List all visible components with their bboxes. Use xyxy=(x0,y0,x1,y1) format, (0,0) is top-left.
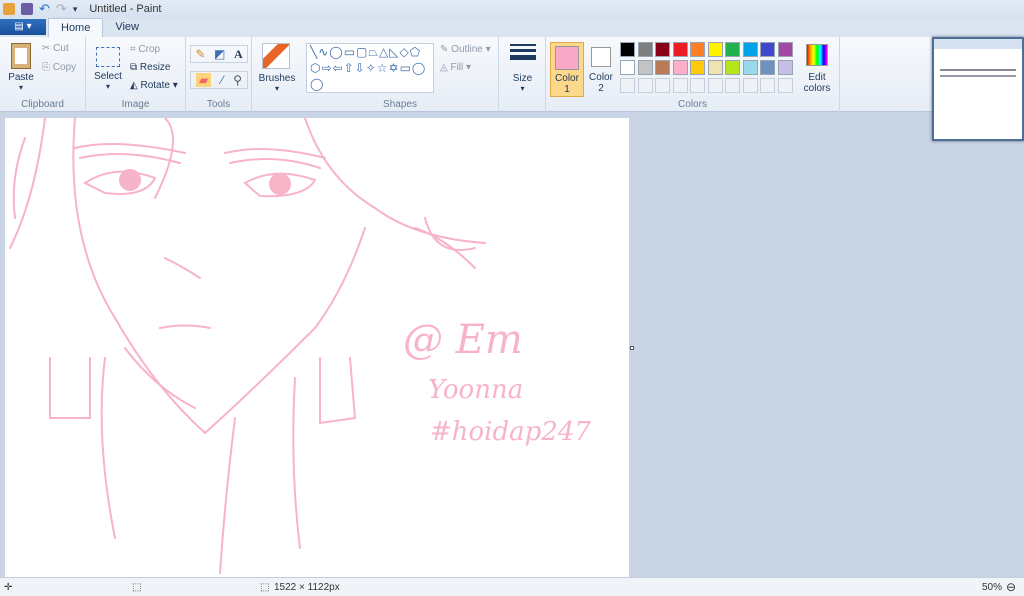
color1-button[interactable]: Color 1 xyxy=(550,42,584,97)
undo-icon[interactable]: ↶ xyxy=(39,1,50,17)
signature-text: @ Em xyxy=(403,317,523,363)
palette-color-swatch[interactable] xyxy=(725,42,740,57)
palette-color-swatch[interactable] xyxy=(672,60,688,75)
redo-icon[interactable]: ↷ xyxy=(56,1,67,17)
brushes-button[interactable]: Brushes ▾ xyxy=(252,37,302,112)
size-button[interactable]: Size ▾ xyxy=(499,37,546,112)
window-title: Untitled - Paint xyxy=(89,3,162,15)
color1-swatch xyxy=(555,46,579,70)
custom-color-slot[interactable] xyxy=(655,78,670,93)
custom-color-slot[interactable] xyxy=(707,78,723,93)
custom-color-slot[interactable] xyxy=(777,78,793,93)
ribbon: Paste ▾ ✂ Cut ⎘ Copy Clipboard Select ▾ … xyxy=(0,37,1024,112)
zoom-level: 50% xyxy=(982,582,1003,593)
palette-color-swatch[interactable] xyxy=(725,60,740,75)
selection-icon xyxy=(96,47,120,67)
paste-button[interactable]: Paste ▾ xyxy=(6,41,36,95)
palette-color-swatch[interactable] xyxy=(620,60,635,75)
ribbon-tabs: ▤ ▾ Home View xyxy=(0,18,1024,37)
fill-button[interactable]: ◬ Fill ▾ xyxy=(440,62,471,73)
select-button[interactable]: Select ▾ xyxy=(93,45,123,95)
clipboard-icon xyxy=(11,43,31,69)
copy-button[interactable]: ⎘ Copy xyxy=(42,62,76,73)
eraser-icon[interactable]: ▰ xyxy=(195,73,212,87)
palette-color-swatch[interactable] xyxy=(760,42,775,57)
hashtag-text: #hoidap247 xyxy=(430,417,591,447)
chevron-down-icon: ▾ xyxy=(105,82,110,91)
handwritten-text: @ Em Yoonna #hoidap247 xyxy=(403,317,591,447)
line-size-icon xyxy=(510,44,536,60)
chevron-down-icon: ▾ xyxy=(18,83,23,92)
paint-app-icon xyxy=(3,3,15,15)
palette-color-swatch[interactable] xyxy=(655,60,670,75)
palette-color-swatch[interactable] xyxy=(707,42,723,57)
custom-color-slot[interactable] xyxy=(620,78,635,93)
selection-size-icon: ⬚ xyxy=(132,582,142,593)
palette-color-swatch[interactable] xyxy=(777,42,793,57)
magnifier-icon[interactable]: ⚲ xyxy=(233,73,242,87)
tab-view[interactable]: View xyxy=(103,18,151,37)
clipboard-group: Paste ▾ ✂ Cut ⎘ Copy Clipboard xyxy=(0,37,86,112)
palette-color-swatch[interactable] xyxy=(760,60,775,75)
brush-icon xyxy=(262,43,290,69)
custom-color-slot[interactable] xyxy=(690,78,705,93)
resize-button[interactable]: ⧉ Resize xyxy=(130,62,171,73)
tools-group: ✎ ◩ A ▰ ⁄ ⚲ Tools xyxy=(186,37,252,112)
shapes-group: ╲∿◯▭▢⏢△◺◇⬠⬡⇨⇦⇧⇩✧☆✡▭◯◯ ✎ Outline ▾ ◬ Fill… xyxy=(302,37,499,112)
title-bar: ↶ ↷ ▾ Untitled - Paint xyxy=(0,0,1024,18)
custom-color-slot[interactable] xyxy=(760,78,775,93)
cut-button[interactable]: ✂ Cut xyxy=(42,43,69,54)
fill-bucket-icon[interactable]: ◩ xyxy=(214,47,225,61)
pencil-icon[interactable]: ✎ xyxy=(195,47,205,61)
crop-button[interactable]: ⌗ Crop xyxy=(130,44,160,55)
rotate-button[interactable]: ◭ Rotate ▾ xyxy=(130,80,178,91)
custom-color-slot[interactable] xyxy=(637,78,653,93)
palette-color-swatch[interactable] xyxy=(707,60,723,75)
customize-quick-access-icon[interactable]: ▾ xyxy=(73,4,78,15)
image-group: Select ▾ ⌗ Crop ⧉ Resize ◭ Rotate ▾ Imag… xyxy=(86,37,186,112)
edit-colors-button[interactable]: Edit colors xyxy=(798,42,836,97)
window-thumbnail[interactable] xyxy=(932,37,1024,141)
palette-color-swatch[interactable] xyxy=(742,42,758,57)
text-tool-icon[interactable]: A xyxy=(234,47,243,62)
cursor-position-icon: ✛ xyxy=(4,582,13,593)
palette-color-swatch[interactable] xyxy=(637,42,653,57)
palette-color-swatch[interactable] xyxy=(672,42,688,57)
color-picker-icon[interactable]: ⁄ xyxy=(221,73,223,87)
custom-color-slot[interactable] xyxy=(725,78,740,93)
custom-color-slot[interactable] xyxy=(672,78,688,93)
outline-button[interactable]: ✎ Outline ▾ xyxy=(440,44,491,55)
rainbow-icon xyxy=(806,44,828,66)
palette-color-swatch[interactable] xyxy=(620,42,635,57)
color2-button[interactable]: Color 2 xyxy=(586,42,616,97)
tab-home[interactable]: Home xyxy=(48,18,104,37)
chevron-down-icon: ▾ xyxy=(274,84,279,93)
chevron-down-icon: ▾ xyxy=(520,84,525,93)
file-menu-button[interactable]: ▤ ▾ xyxy=(0,19,46,35)
palette-color-swatch[interactable] xyxy=(637,60,653,75)
status-bar: ✛ ⬚ ⬚ 1522 × 1122px 50% ⊖ xyxy=(0,577,1024,596)
palette-color-swatch[interactable] xyxy=(690,60,705,75)
palette-color-swatch[interactable] xyxy=(742,60,758,75)
custom-color-slot[interactable] xyxy=(742,78,758,93)
zoom-out-button[interactable]: ⊖ xyxy=(1006,580,1016,594)
canvas-resize-handle[interactable] xyxy=(630,346,634,350)
palette-color-swatch[interactable] xyxy=(690,42,705,57)
palette-color-swatch[interactable] xyxy=(655,42,670,57)
name-text: Yoonna xyxy=(428,375,523,405)
color2-swatch xyxy=(591,47,611,67)
colors-group: Color 1 Color 2 Edit colors Colors xyxy=(546,37,840,112)
drawing-canvas[interactable]: @ Em Yoonna #hoidap247 xyxy=(5,117,629,577)
save-icon[interactable] xyxy=(21,3,33,15)
canvas-size-icon: ⬚ xyxy=(260,582,270,593)
palette-color-swatch[interactable] xyxy=(777,60,793,75)
shapes-gallery[interactable]: ╲∿◯▭▢⏢△◺◇⬠⬡⇨⇦⇧⇩✧☆✡▭◯◯ xyxy=(306,43,434,93)
canvas-dimensions: 1522 × 1122px xyxy=(274,582,340,593)
